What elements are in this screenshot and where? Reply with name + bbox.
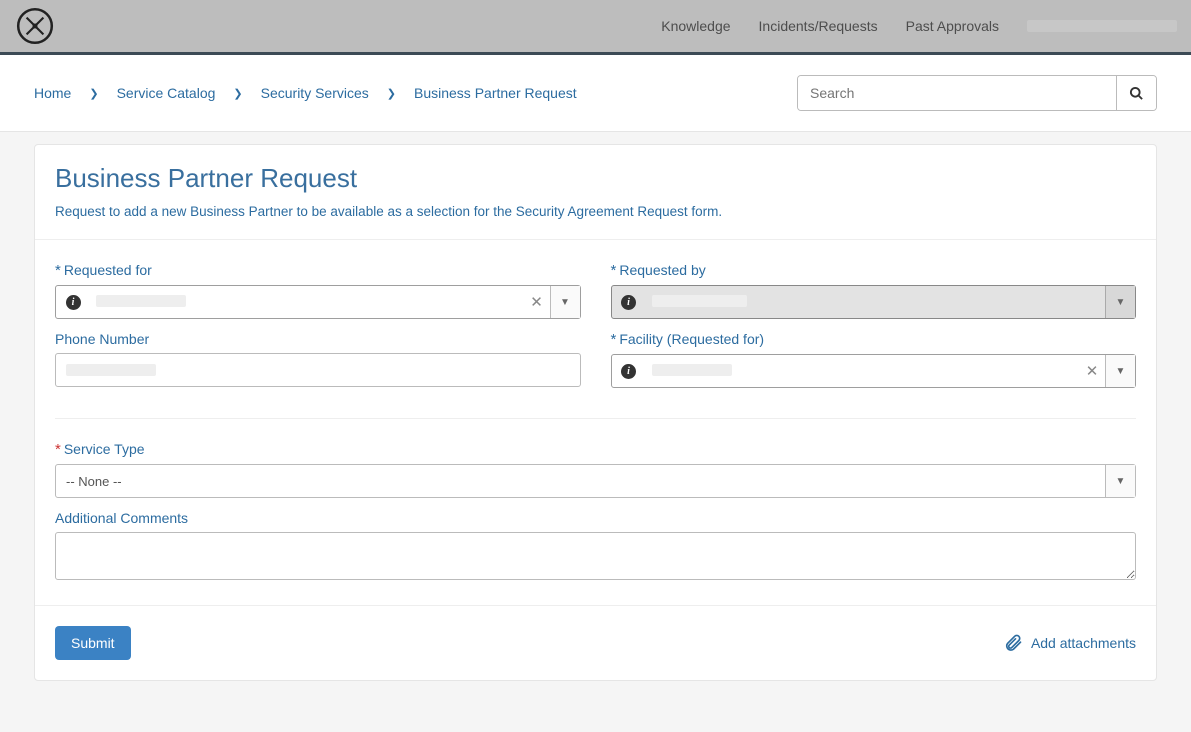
chevron-down-icon[interactable]: ▼ [1105, 465, 1135, 497]
redacted-value [652, 295, 747, 307]
chevron-right-icon: ❯ [233, 87, 242, 100]
card-body: Requested for i ✕ ▼ Phone Number [35, 240, 1156, 605]
comments-input[interactable] [55, 532, 1136, 580]
content-area: Business Partner Request Request to add … [0, 132, 1191, 711]
chevron-down-icon[interactable]: ▼ [550, 286, 580, 318]
breadcrumb-home[interactable]: Home [34, 85, 71, 101]
search-input[interactable] [798, 76, 1116, 110]
chevron-down-icon: ▼ [1105, 286, 1135, 318]
form-card: Business Partner Request Request to add … [34, 144, 1157, 681]
breadcrumb-catalog[interactable]: Service Catalog [117, 85, 216, 101]
card-footer: Submit Add attachments [35, 605, 1156, 680]
facility-label: Facility (Requested for) [611, 331, 1137, 348]
redacted-value [66, 364, 156, 376]
card-header: Business Partner Request Request to add … [35, 145, 1156, 240]
search-button[interactable] [1116, 76, 1156, 110]
facility-input[interactable]: i ✕ ▼ [611, 354, 1137, 388]
nav-incidents[interactable]: Incidents/Requests [759, 18, 878, 34]
nav-knowledge[interactable]: Knowledge [661, 18, 730, 34]
service-type-label: Service Type [55, 441, 1136, 458]
add-attachments-label: Add attachments [1031, 635, 1136, 651]
comments-label: Additional Comments [55, 510, 1136, 526]
info-icon[interactable]: i [56, 286, 90, 318]
add-attachments-link[interactable]: Add attachments [1003, 633, 1136, 653]
submit-button[interactable]: Submit [55, 626, 131, 660]
info-icon[interactable]: i [612, 286, 646, 318]
field-requested-by: Requested by i ▼ [611, 262, 1137, 319]
requested-for-label: Requested for [55, 262, 581, 279]
page-subtitle: Request to add a new Business Partner to… [55, 204, 1136, 219]
requested-by-label: Requested by [611, 262, 1137, 279]
field-requested-for: Requested for i ✕ ▼ [55, 262, 581, 319]
chevron-right-icon: ❯ [89, 87, 98, 100]
requested-for-input[interactable]: i ✕ ▼ [55, 285, 581, 319]
field-comments: Additional Comments [55, 510, 1136, 583]
nav-approvals[interactable]: Past Approvals [906, 18, 999, 34]
field-phone: Phone Number [55, 331, 581, 387]
service-type-value: -- None -- [56, 474, 1105, 489]
nav-extra-placeholder [1027, 20, 1177, 32]
clear-icon[interactable]: ✕ [1079, 355, 1105, 387]
logo-seal-icon [14, 5, 56, 47]
phone-label: Phone Number [55, 331, 581, 347]
search-icon [1129, 86, 1144, 101]
service-type-select[interactable]: -- None -- ▼ [55, 464, 1136, 498]
redacted-value [652, 364, 732, 376]
requested-by-input: i ▼ [611, 285, 1137, 319]
search-container [797, 75, 1157, 111]
org-logo [14, 5, 56, 47]
phone-input[interactable] [55, 353, 581, 387]
field-facility: Facility (Requested for) i ✕ ▼ [611, 331, 1137, 388]
redacted-value [96, 295, 186, 307]
breadcrumb-current[interactable]: Business Partner Request [414, 85, 577, 101]
top-bar: Knowledge Incidents/Requests Past Approv… [0, 0, 1191, 55]
top-nav: Knowledge Incidents/Requests Past Approv… [661, 18, 1177, 34]
paperclip-icon [1003, 633, 1023, 653]
sub-header: Home ❯ Service Catalog ❯ Security Servic… [0, 55, 1191, 132]
info-icon[interactable]: i [612, 355, 646, 387]
section-divider [55, 418, 1136, 419]
breadcrumb: Home ❯ Service Catalog ❯ Security Servic… [34, 85, 577, 101]
chevron-down-icon[interactable]: ▼ [1105, 355, 1135, 387]
breadcrumb-security[interactable]: Security Services [261, 85, 369, 101]
clear-icon[interactable]: ✕ [524, 286, 550, 318]
field-service-type: Service Type -- None -- ▼ [55, 441, 1136, 498]
chevron-right-icon: ❯ [387, 87, 396, 100]
page-title: Business Partner Request [55, 163, 1136, 194]
